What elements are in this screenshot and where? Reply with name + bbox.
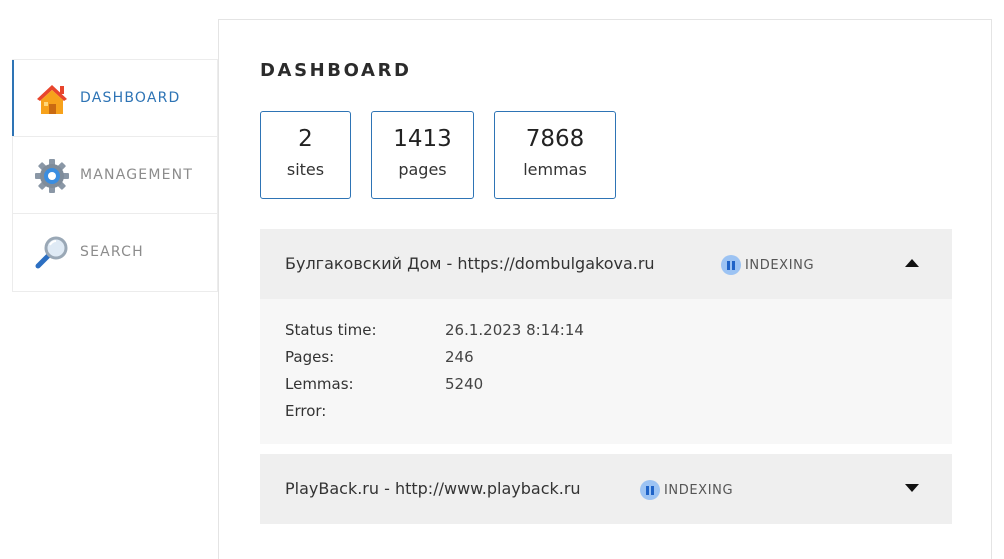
stat-label: pages [398, 160, 447, 179]
magnifier-icon [34, 236, 70, 270]
detail-label: Pages: [285, 348, 335, 366]
site-panel: PlayBack.ru - http://www.playback.ru IND… [260, 454, 952, 524]
status-text: INDEXING [745, 257, 815, 273]
detail-label: Error: [285, 402, 327, 420]
home-icon [34, 82, 70, 116]
stat-card-lemmas: 7868 lemmas [494, 111, 616, 199]
stat-label: sites [286, 160, 325, 179]
status-badge: INDEXING [721, 255, 814, 275]
sidebar-item-search[interactable]: SEARCH [13, 214, 217, 291]
site-header[interactable]: PlayBack.ru - http://www.playback.ru IND… [260, 454, 952, 524]
pause-icon [640, 480, 660, 500]
sidebar-item-dashboard[interactable]: DASHBOARD [12, 60, 217, 137]
detail-label: Status time: [285, 321, 377, 339]
gear-icon [34, 159, 70, 193]
collapse-arrow-icon[interactable] [905, 259, 919, 267]
status-text: INDEXING [664, 482, 734, 498]
stat-label: lemmas [523, 160, 587, 179]
stat-value: 1413 [393, 126, 452, 152]
stat-card-pages: 1413 pages [371, 111, 474, 199]
sidebar-item-label: SEARCH [80, 244, 144, 260]
pause-icon [721, 255, 741, 275]
detail-value: 246 [445, 348, 474, 366]
site-title: Булгаковский Дом - https://dombulgakova.… [285, 254, 655, 273]
expand-arrow-icon[interactable] [905, 484, 919, 492]
detail-value: 5240 [445, 375, 484, 393]
stat-value: 2 [298, 126, 313, 152]
detail-value: 26.1.2023 8:14:14 [445, 321, 584, 339]
main-panel: DASHBOARD 2 sites 1413 pages 7868 lemmas… [218, 19, 992, 559]
site-panel: Булгаковский Дом - https://dombulgakova.… [260, 229, 952, 444]
sidebar-item-management[interactable]: MANAGEMENT [13, 137, 217, 214]
detail-label: Lemmas: [285, 375, 354, 393]
stat-card-sites: 2 sites [260, 111, 351, 199]
sidebar-item-label: DASHBOARD [80, 90, 181, 106]
sidebar-item-label: MANAGEMENT [80, 167, 194, 183]
page-title: DASHBOARD [260, 60, 412, 81]
site-title: PlayBack.ru - http://www.playback.ru [285, 479, 581, 498]
stat-value: 7868 [525, 126, 585, 152]
status-badge: INDEXING [640, 480, 733, 500]
site-header[interactable]: Булгаковский Дом - https://dombulgakova.… [260, 229, 952, 299]
sidebar: DASHBOARD MANAGEMENT SEARCH [12, 59, 218, 292]
site-details: Status time: 26.1.2023 8:14:14 Pages: 24… [260, 299, 952, 444]
